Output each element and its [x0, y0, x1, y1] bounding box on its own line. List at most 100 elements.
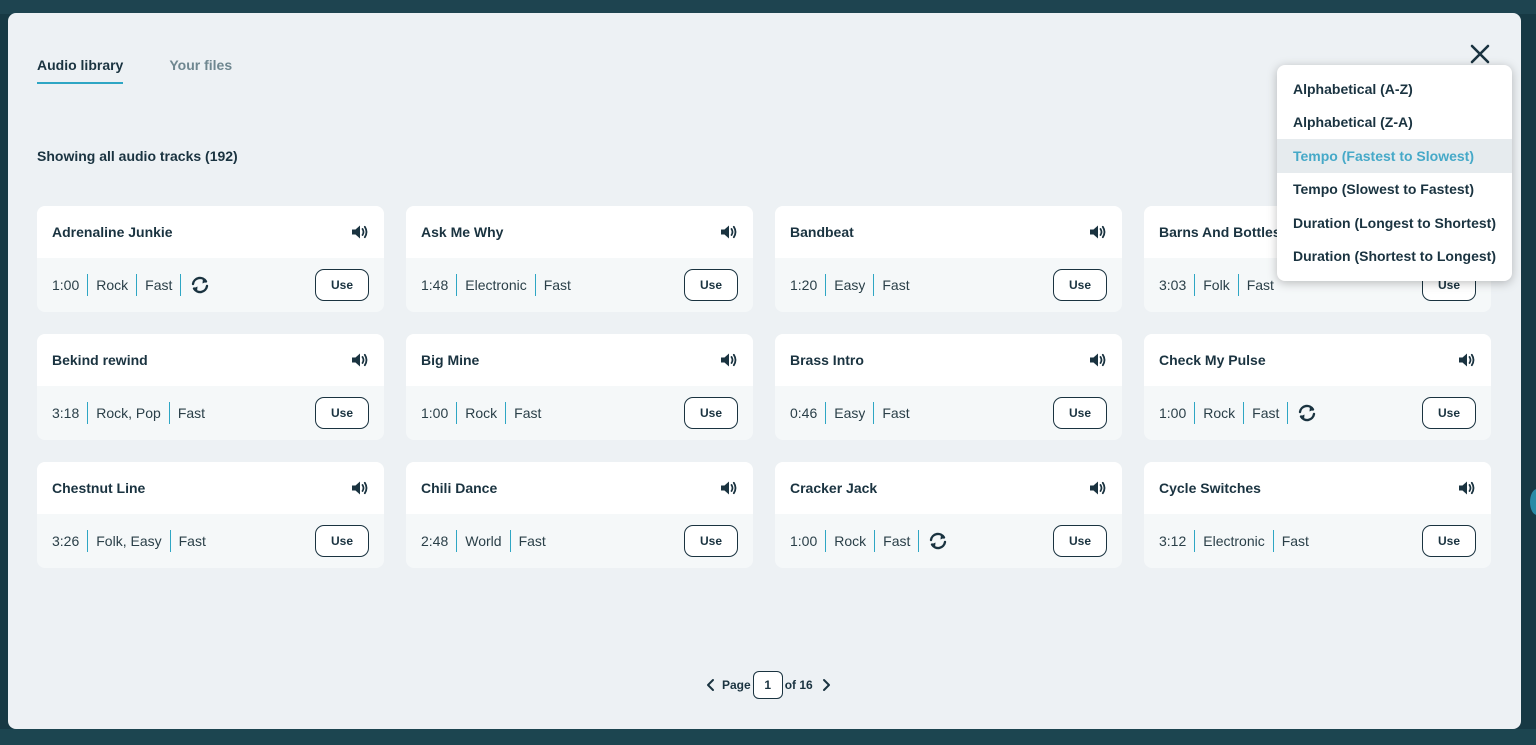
track-title: Adrenaline Junkie: [52, 224, 173, 240]
track-count-heading: Showing all audio tracks (192): [37, 148, 238, 164]
meta-separator: [1287, 402, 1289, 424]
speaker-icon[interactable]: [1087, 478, 1107, 498]
background-app-bar: [0, 0, 1536, 14]
track-genre: Easy: [834, 405, 866, 421]
track-genre: Electronic: [1203, 533, 1265, 549]
meta-separator: [873, 402, 875, 424]
track-card: Chestnut Line 3:26 Folk, Easy Fast Use: [37, 462, 384, 568]
sort-option[interactable]: Duration (Longest to Shortest): [1277, 206, 1512, 240]
track-genre: Rock: [834, 533, 867, 549]
track-card: Big Mine 1:00 Rock Fast Use: [406, 334, 753, 440]
sort-option[interactable]: Alphabetical (Z-A): [1277, 106, 1512, 140]
speaker-icon[interactable]: [718, 478, 738, 498]
speaker-icon[interactable]: [1456, 478, 1476, 498]
meta-separator: [1194, 530, 1196, 552]
track-tempo: Fast: [178, 533, 206, 549]
speaker-icon[interactable]: [349, 350, 369, 370]
tab-your-files[interactable]: Your files: [169, 57, 232, 84]
track-meta: 0:46 Easy Fast: [790, 402, 910, 424]
track-title: Chestnut Line: [52, 480, 146, 496]
sort-option[interactable]: Tempo (Slowest to Fastest): [1277, 173, 1512, 207]
sort-option[interactable]: Duration (Shortest to Longest): [1277, 240, 1512, 274]
track-meta: 3:26 Folk, Easy Fast: [52, 530, 206, 552]
track-duration: 1:00: [421, 405, 449, 421]
track-duration: 3:26: [52, 533, 80, 549]
track-meta: 3:12 Electronic Fast: [1159, 530, 1309, 552]
use-button[interactable]: Use: [684, 397, 738, 429]
sort-option[interactable]: Alphabetical (A-Z): [1277, 72, 1512, 106]
track-tempo: Fast: [883, 533, 911, 549]
track-card: Cycle Switches 3:12 Electronic Fast Use: [1144, 462, 1491, 568]
sort-option[interactable]: Tempo (Fastest to Slowest): [1277, 139, 1512, 173]
track-card-header: Ask Me Why: [406, 206, 753, 258]
meta-separator: [136, 274, 138, 296]
track-meta: 1:48 Electronic Fast: [421, 274, 571, 296]
meta-separator: [825, 530, 827, 552]
use-button[interactable]: Use: [1053, 397, 1107, 429]
track-duration: 3:03: [1159, 277, 1187, 293]
pagination: Page 1 of 16: [704, 671, 833, 699]
use-button[interactable]: Use: [1053, 525, 1107, 557]
page-number-input[interactable]: 1: [752, 671, 783, 699]
track-duration: 3:12: [1159, 533, 1187, 549]
track-card: Chili Dance 2:48 World Fast Use: [406, 462, 753, 568]
use-button[interactable]: Use: [684, 269, 738, 301]
track-card-header: Bandbeat: [775, 206, 1122, 258]
use-button[interactable]: Use: [1422, 525, 1476, 557]
loop-icon: [930, 532, 947, 550]
meta-separator: [87, 402, 89, 424]
speaker-icon[interactable]: [718, 222, 738, 242]
speaker-icon[interactable]: [349, 222, 369, 242]
track-genre: Rock: [96, 277, 129, 293]
use-button[interactable]: Use: [315, 525, 369, 557]
speaker-icon[interactable]: [1456, 350, 1476, 370]
track-title: Bekind rewind: [52, 352, 148, 368]
track-card-footer: 2:48 World Fast Use: [406, 514, 753, 568]
track-card: Bekind rewind 3:18 Rock, Pop Fast Use: [37, 334, 384, 440]
track-tempo: Fast: [177, 405, 206, 421]
track-card: Bandbeat 1:20 Easy Fast Use: [775, 206, 1122, 312]
use-button[interactable]: Use: [1053, 269, 1107, 301]
sort-dropdown-menu: Alphabetical (A-Z) Alphabetical (Z-A) Temp…: [1277, 65, 1512, 281]
use-button[interactable]: Use: [315, 269, 369, 301]
meta-separator: [87, 530, 89, 552]
track-tempo: Fast: [1281, 533, 1309, 549]
speaker-icon[interactable]: [1087, 350, 1107, 370]
track-title: Bandbeat: [790, 224, 854, 240]
page-total-label: of 16: [784, 678, 813, 692]
use-button[interactable]: Use: [1422, 397, 1476, 429]
chevron-right-icon[interactable]: [819, 678, 833, 692]
track-genre: Folk, Easy: [96, 533, 162, 549]
meta-separator: [1272, 530, 1274, 552]
meta-separator: [873, 274, 875, 296]
track-card-header: Adrenaline Junkie: [37, 206, 384, 258]
speaker-icon[interactable]: [1087, 222, 1107, 242]
track-card-header: Bekind rewind: [37, 334, 384, 386]
use-button[interactable]: Use: [684, 525, 738, 557]
track-card-footer: 0:46 Easy Fast Use: [775, 386, 1122, 440]
tab-audio-library[interactable]: Audio library: [37, 57, 124, 84]
meta-separator: [169, 530, 171, 552]
track-tempo: Fast: [882, 405, 910, 421]
track-title: Barns And Bottles: [1159, 224, 1281, 240]
track-meta: 3:03 Folk Fast: [1159, 274, 1274, 296]
track-card-header: Cracker Jack: [775, 462, 1122, 514]
track-genre: Rock: [1203, 405, 1236, 421]
meta-separator: [825, 274, 827, 296]
meta-separator: [1194, 274, 1196, 296]
track-duration: 1:00: [790, 533, 818, 549]
track-duration: 1:48: [421, 277, 449, 293]
speaker-icon[interactable]: [718, 350, 738, 370]
meta-separator: [1194, 402, 1196, 424]
track-meta: 1:00 Rock Fast: [421, 402, 541, 424]
track-title: Check My Pulse: [1159, 352, 1266, 368]
meta-separator: [168, 402, 170, 424]
use-button[interactable]: Use: [315, 397, 369, 429]
track-tempo: Fast: [145, 277, 173, 293]
meta-separator: [87, 274, 89, 296]
track-duration: 1:00: [1159, 405, 1187, 421]
chevron-left-icon[interactable]: [704, 678, 718, 692]
track-tempo: Fast: [1246, 277, 1274, 293]
speaker-icon[interactable]: [349, 478, 369, 498]
meta-separator: [534, 274, 536, 296]
